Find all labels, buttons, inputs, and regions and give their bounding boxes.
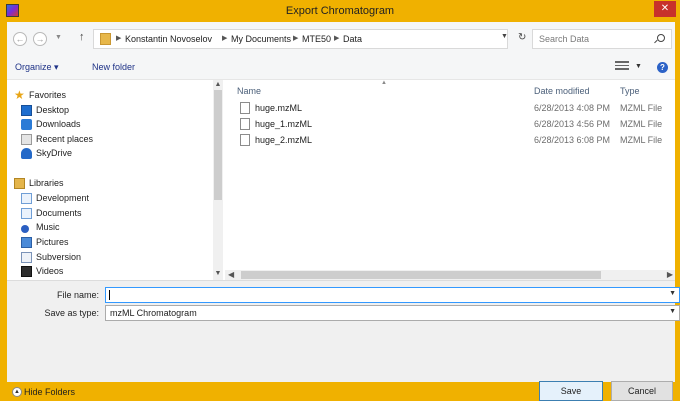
nav-item-label: Videos [36, 266, 64, 276]
file-date: 6/28/2013 4:08 PM [534, 103, 611, 113]
file-type: MZML File [620, 135, 663, 145]
up-arrow-icon[interactable]: ↑ [79, 31, 85, 43]
breadcrumb-separator-icon[interactable]: ▶ [293, 34, 298, 42]
dialog-body: ← → ▼ ↑ ▶ Konstantin Novoselov ▶ My Docu… [7, 22, 680, 401]
nav-item-label: Music [36, 222, 60, 232]
nav-item-label: Development [36, 193, 90, 203]
save-as-type-select[interactable]: mzML Chromatogram ▼ [105, 305, 680, 321]
save-as-type-chevron-icon[interactable]: ▼ [669, 308, 676, 315]
scrollbar-thumb[interactable] [214, 90, 222, 200]
file-row[interactable]: huge.mzML 6/28/2013 4:08 PM MZML File [225, 100, 675, 116]
file-name-dropdown-chevron-icon[interactable]: ▼ [669, 290, 676, 297]
column-header-name[interactable]: Name [237, 86, 261, 96]
breadcrumb-separator-icon[interactable]: ▶ [222, 34, 227, 42]
sort-ascending-icon: ▲ [381, 80, 387, 86]
search-input[interactable]: Search Data [539, 34, 589, 44]
save-button[interactable]: Save [539, 381, 603, 401]
pictures-icon [21, 237, 32, 248]
breadcrumb-my-documents[interactable]: My Documents [231, 34, 291, 44]
command-toolbar: Organize ▾ New folder ▼ ? [7, 56, 675, 80]
recent-places-icon [21, 134, 32, 145]
breadcrumb-separator-icon[interactable]: ▶ [334, 34, 339, 42]
desktop-icon [21, 105, 32, 116]
navigation-scrollbar[interactable]: ▲ ▼ [213, 80, 223, 280]
address-row: ← → ▼ ↑ ▶ Konstantin Novoselov ▶ My Docu… [7, 22, 675, 56]
music-icon [21, 225, 29, 233]
nav-item-label: Recent places [36, 134, 94, 144]
column-header-date-modified[interactable]: Date modified [534, 86, 590, 96]
library-folder-icon [21, 193, 32, 204]
file-name: huge_2.mzML [255, 135, 313, 145]
hide-folders-button[interactable]: ▲ Hide Folders [12, 387, 76, 397]
save-as-type-value: mzML Chromatogram [110, 308, 197, 318]
scroll-right-icon[interactable]: ▶ [667, 270, 673, 279]
breadcrumb-separator-icon[interactable]: ▶ [116, 34, 121, 42]
file-date: 6/28/2013 6:08 PM [534, 135, 611, 145]
videos-icon [21, 266, 32, 277]
refresh-icon[interactable]: ↻ [518, 32, 526, 43]
file-icon [240, 134, 250, 146]
address-bar[interactable]: ▶ Konstantin Novoselov ▶ My Documents ▶ … [93, 29, 526, 49]
chevron-up-icon: ▲ [12, 387, 22, 397]
title-bar[interactable]: Export Chromatogram ✕ [0, 0, 680, 22]
new-folder-button[interactable]: New folder [92, 62, 135, 72]
nav-item-label: Pictures [36, 237, 69, 247]
hide-folders-label: Hide Folders [24, 387, 76, 397]
documents-icon [21, 208, 32, 219]
nav-item-label: Documents [36, 208, 82, 218]
scrollbar-thumb[interactable] [241, 271, 601, 279]
nav-item-label: Subversion [36, 252, 82, 262]
file-type: MZML File [620, 103, 663, 113]
file-date: 6/28/2013 4:56 PM [534, 119, 611, 129]
file-name-field[interactable]: ▼ [105, 287, 680, 303]
scroll-up-icon[interactable]: ▲ [213, 81, 223, 88]
scroll-down-icon[interactable]: ▼ [213, 270, 223, 277]
cancel-button[interactable]: Cancel [611, 381, 673, 401]
column-header-type[interactable]: Type [620, 86, 640, 96]
file-name: huge_1.mzML [255, 119, 313, 129]
view-options-icon[interactable] [615, 61, 629, 71]
search-icon[interactable] [657, 34, 665, 42]
nav-item-label: SkyDrive [36, 148, 73, 158]
downloads-icon [21, 119, 32, 130]
skydrive-icon [21, 148, 32, 159]
help-icon[interactable]: ? [657, 62, 668, 73]
save-form: File name: ▼ Save as type: mzML Chromato… [7, 280, 680, 401]
file-icon [240, 118, 250, 130]
file-icon [240, 102, 250, 114]
organize-button[interactable]: Organize ▾ [15, 62, 59, 73]
file-list: Name ▲ Date modified Type huge.mzML 6/28… [225, 80, 675, 280]
file-row[interactable]: huge_2.mzML 6/28/2013 6:08 PM MZML File [225, 132, 675, 148]
libraries-icon [14, 178, 25, 189]
file-type: MZML File [620, 119, 663, 129]
star-icon: ★ [14, 88, 25, 102]
close-button[interactable]: ✕ [654, 1, 676, 17]
export-dialog-window: Export Chromatogram ✕ ← → ▼ ↑ ▶ Konstant… [0, 0, 680, 401]
address-dropdown-chevron-icon[interactable]: ▼ [501, 33, 508, 40]
folder-icon [100, 33, 111, 45]
scroll-left-icon[interactable]: ◀ [228, 270, 234, 279]
nav-item-label: Downloads [36, 119, 81, 129]
nav-item-label: Desktop [36, 105, 70, 115]
view-options-chevron-icon[interactable]: ▼ [635, 63, 642, 70]
text-caret [109, 290, 110, 300]
back-button[interactable]: ← [13, 32, 27, 46]
file-row[interactable]: huge_1.mzML 6/28/2013 4:56 PM MZML File [225, 116, 675, 132]
breadcrumb-data[interactable]: Data [343, 34, 362, 44]
search-box[interactable]: Search Data [532, 29, 672, 49]
window-title: Export Chromatogram [285, 5, 395, 17]
nav-libraries-label: Libraries [29, 178, 64, 188]
recent-locations-chevron-icon[interactable]: ▼ [55, 34, 62, 41]
save-as-type-label: Save as type: [44, 308, 99, 318]
file-name-label: File name: [56, 290, 99, 300]
breadcrumb-mte50[interactable]: MTE50 [302, 34, 331, 44]
navigation-pane: ★ Favorites Desktop Downloads Recent pla… [7, 80, 223, 280]
subversion-icon [21, 252, 32, 263]
file-name: huge.mzML [255, 103, 303, 113]
nav-favorites-label: Favorites [29, 90, 67, 100]
breadcrumb-user[interactable]: Konstantin Novoselov [125, 34, 212, 44]
file-list-scrollbar[interactable]: ◀ ▶ [225, 270, 675, 280]
forward-button[interactable]: → [33, 32, 47, 46]
